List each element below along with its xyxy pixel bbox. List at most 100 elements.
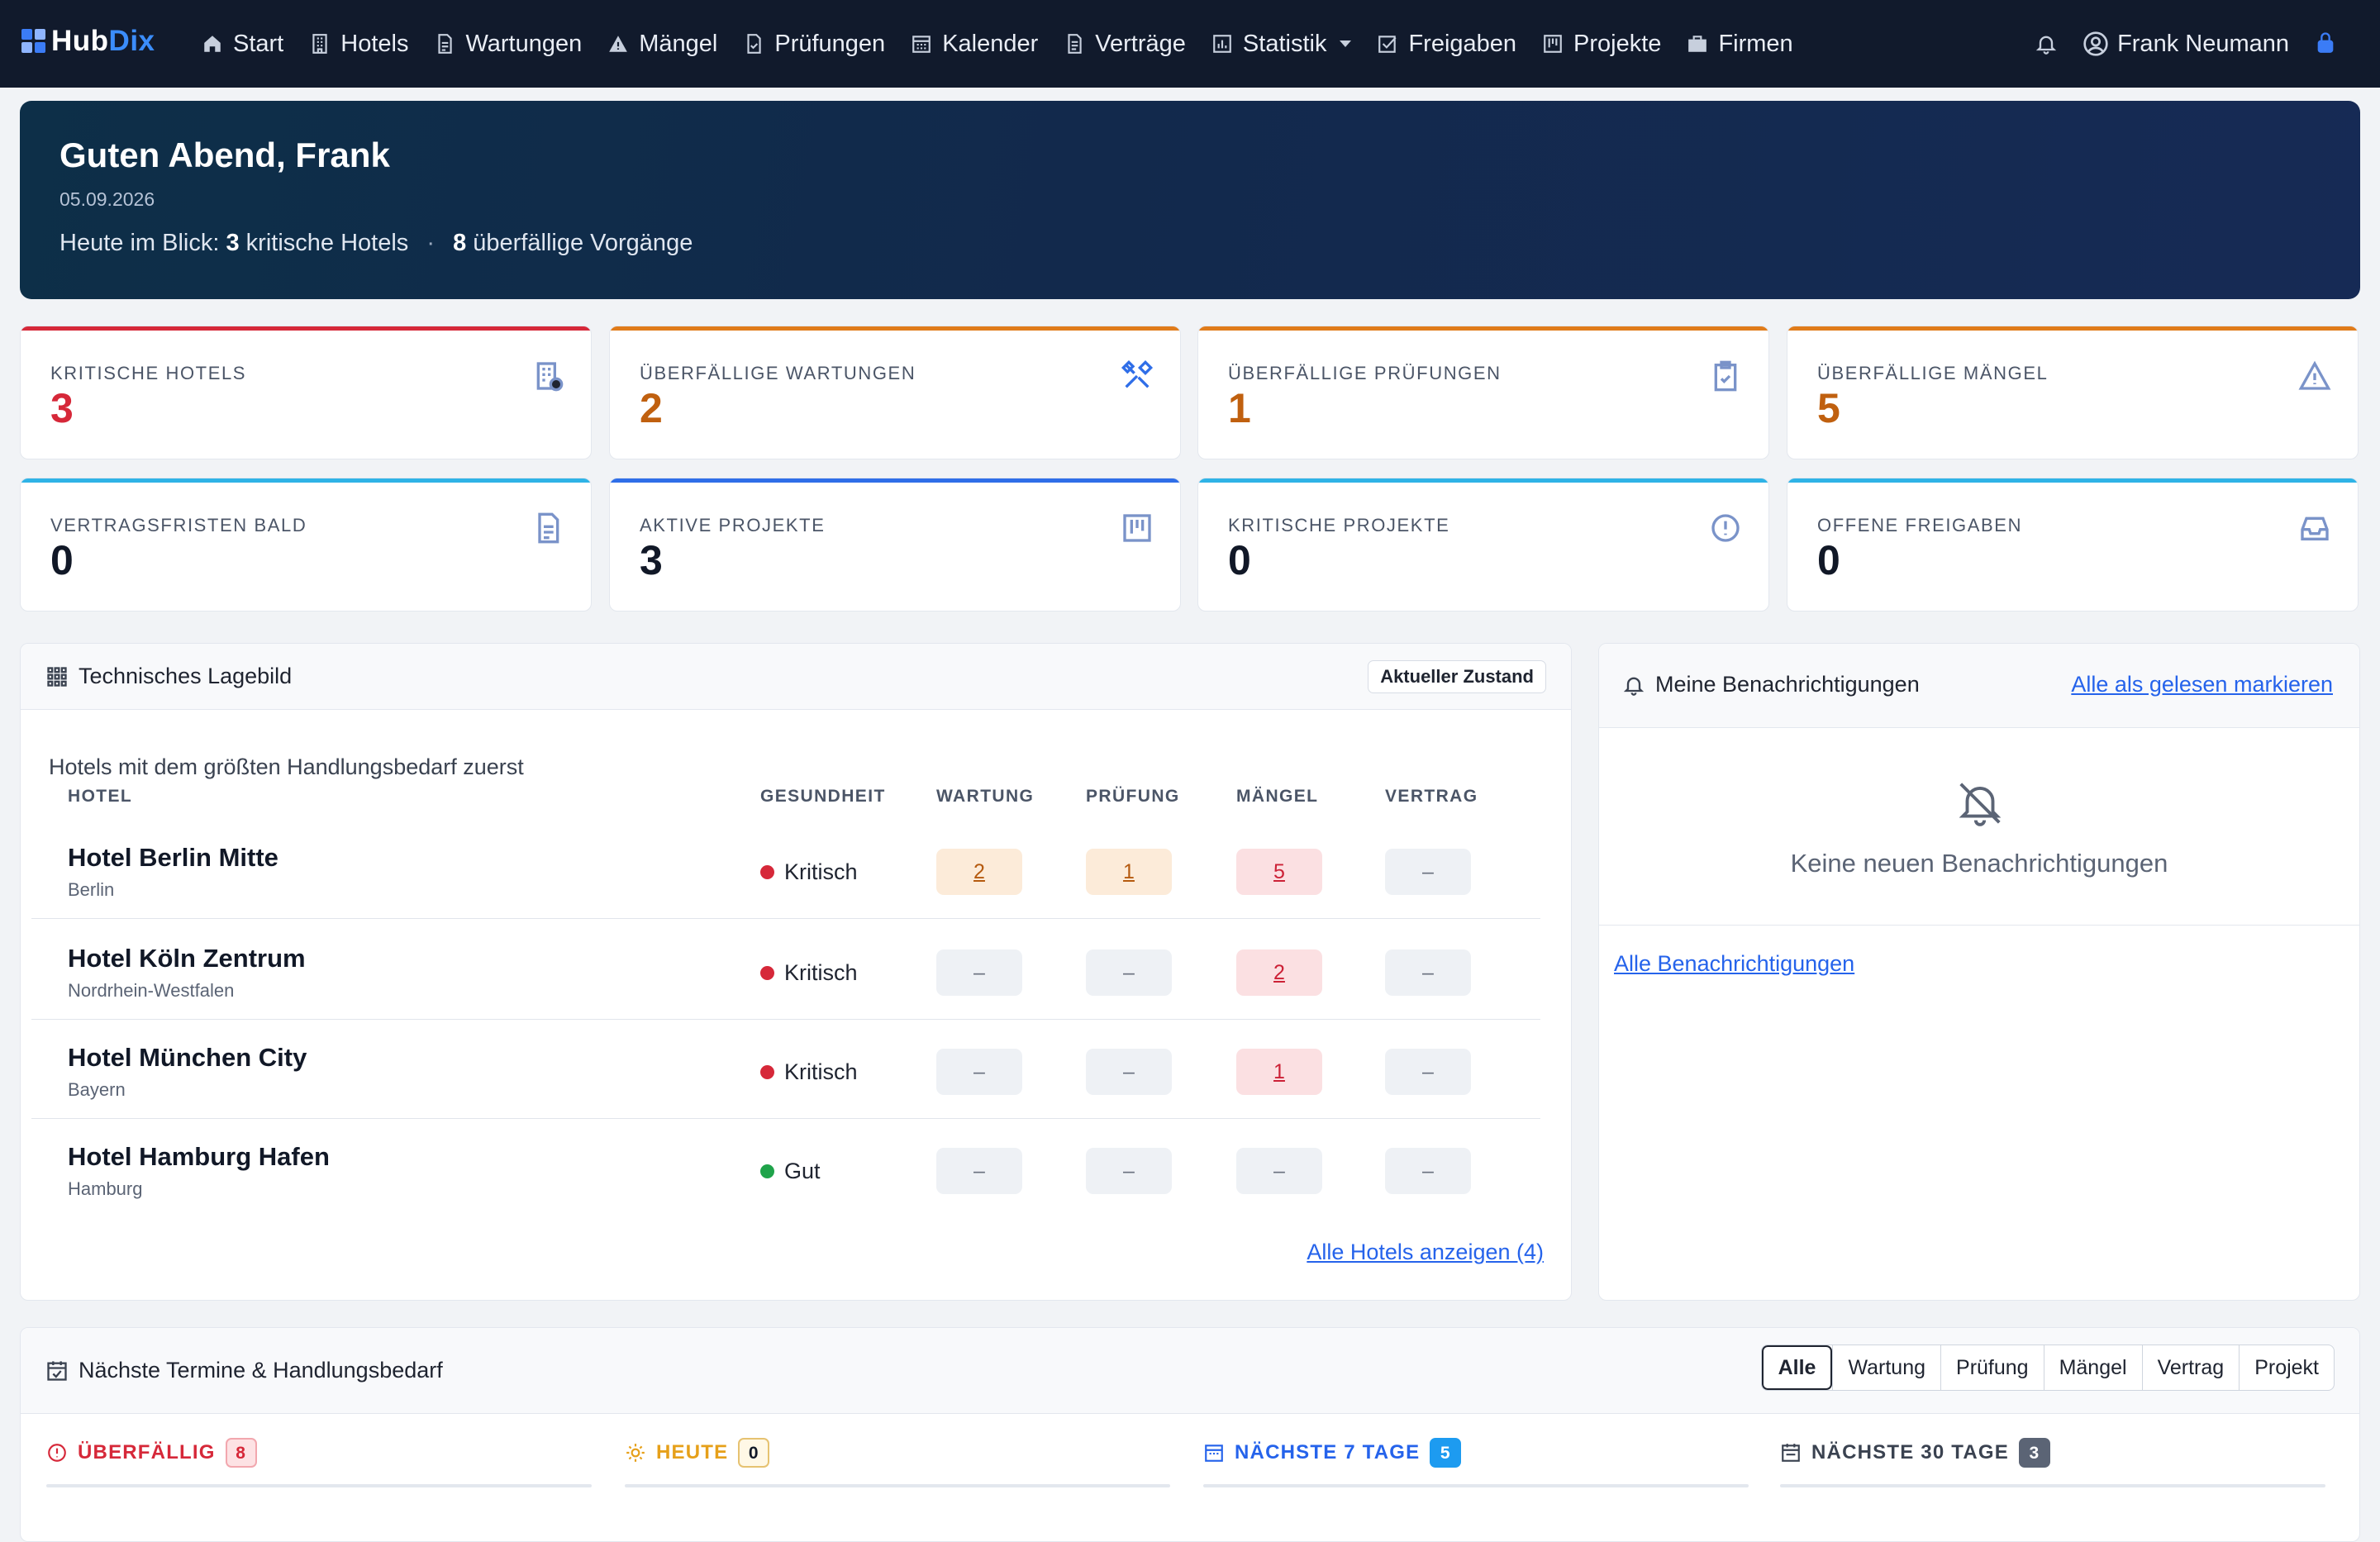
- termine-header: Nächste Termine & Handlungsbedarf Alle Wa…: [21, 1328, 2359, 1414]
- status-cell: –: [1385, 1148, 1471, 1194]
- current-date: 05.09.2026: [60, 188, 155, 210]
- kpi-card[interactable]: Überfällige Prüfungen 1: [1197, 326, 1769, 459]
- nav-kalender[interactable]: Kalender: [911, 31, 1038, 58]
- nav-wartungen[interactable]: Wartungen: [434, 31, 582, 58]
- bell-off-icon: [1959, 783, 2002, 826]
- kanban-icon: [1544, 35, 1562, 53]
- status-cell: –: [1385, 949, 1471, 996]
- document-icon: [438, 34, 453, 54]
- termine-title-label: Nächste Termine & Handlungsbedarf: [79, 1358, 443, 1383]
- lock-icon: [2317, 31, 2334, 53]
- health-status: Kritisch: [760, 960, 858, 986]
- kpi-card[interactable]: Aktive Projekte 3: [609, 478, 1181, 612]
- empty-notifications-text: Keine neuen Benachrichtigungen: [1790, 849, 2168, 878]
- calendar-check-icon: [47, 1360, 67, 1381]
- nav-projekte[interactable]: Projekte: [1542, 31, 1661, 58]
- brand-suffix: Dix: [108, 25, 155, 57]
- nav-hotels[interactable]: Hotels: [309, 31, 408, 58]
- termine-column-divider: [1203, 1484, 1749, 1487]
- alert-circle-icon: [1709, 512, 1742, 545]
- critical-hotels-count: 3: [226, 230, 240, 256]
- summary-separator: ·: [426, 230, 436, 256]
- notifications-title: Meine Benachrichtigungen: [1622, 672, 1920, 697]
- warning-icon: [2298, 359, 2331, 393]
- nav-pruefungen[interactable]: Prüfungen: [743, 31, 885, 58]
- mark-all-read-link[interactable]: Alle als gelesen markieren: [2071, 672, 2333, 697]
- nav-freigaben[interactable]: Freigaben: [1377, 31, 1516, 58]
- health-label: Kritisch: [784, 859, 858, 884]
- filter-button[interactable]: Projekt: [2239, 1345, 2334, 1390]
- lagebild-header: Technisches Lagebild Aktueller Zustand: [21, 644, 1571, 710]
- hotel-name[interactable]: Hotel Berlin Mitte: [68, 843, 278, 873]
- kpi-card[interactable]: Vertragsfristen bald 0: [20, 478, 592, 612]
- user-menu[interactable]: Frank Neumann: [2082, 31, 2289, 58]
- termine-column-label: Nächste 7 Tage: [1235, 1441, 1421, 1463]
- termine-column-label: Überfällig: [78, 1441, 216, 1463]
- health-label: Gut: [784, 1159, 821, 1183]
- status-cell[interactable]: 1: [1236, 1049, 1322, 1095]
- count-badge: 0: [738, 1438, 770, 1468]
- kpi-card[interactable]: Kritische Projekte 0: [1197, 478, 1769, 612]
- calendar-icon: [1205, 1444, 1223, 1462]
- filter-button[interactable]: Vertrag: [2141, 1345, 2240, 1390]
- nav-right: Frank Neumann: [2035, 0, 2337, 88]
- status-cell[interactable]: 2: [936, 849, 1022, 895]
- kpi-value: 3: [50, 385, 74, 431]
- nav-vertraege[interactable]: Verträge: [1064, 31, 1186, 58]
- nav-pruefungen-label: Prüfungen: [774, 30, 886, 57]
- overdue-text: überfällige Vorgänge: [473, 230, 693, 256]
- kpi-label: Überfällige Mängel: [1817, 363, 2049, 383]
- all-hotels-link[interactable]: Alle Hotels anzeigen (4): [1307, 1240, 1544, 1265]
- nav-firmen[interactable]: Firmen: [1687, 31, 1793, 58]
- lock-button[interactable]: [2314, 31, 2337, 58]
- brand-logo[interactable]: HubDix: [21, 25, 155, 58]
- kpi-card[interactable]: Überfällige Wartungen 2: [609, 326, 1181, 459]
- termine-column-label: Nächste 30 Tage: [1811, 1441, 2009, 1463]
- kpi-card[interactable]: Überfällige Mängel 5: [1787, 326, 2359, 459]
- kpi-label: Kritische Hotels: [50, 363, 247, 383]
- status-dot-icon: [760, 865, 774, 879]
- user-name: Frank Neumann: [2117, 30, 2289, 57]
- health-status: Kritisch: [760, 1059, 858, 1085]
- nav-maengel[interactable]: Mängel: [607, 31, 717, 58]
- alert-circle-icon: [48, 1444, 66, 1462]
- termine-column-divider: [1780, 1484, 2325, 1487]
- filter-button[interactable]: Wartung: [1832, 1345, 1940, 1390]
- kpi-label: Vertragsfristen bald: [50, 515, 307, 535]
- filter-button[interactable]: Prüfung: [1940, 1345, 2044, 1390]
- status-cell[interactable]: 2: [1236, 949, 1322, 996]
- kanban-icon: [1121, 512, 1154, 545]
- count-badge: 3: [2018, 1438, 2050, 1468]
- all-notifications-link[interactable]: Alle Benachrichtigungen: [1614, 951, 1854, 977]
- notifications-panel: Meine Benachrichtigungen Alle als gelese…: [1598, 643, 2360, 1301]
- health-status: Kritisch: [760, 859, 858, 885]
- nav-statistik-label: Statistik: [1242, 30, 1327, 57]
- col-pruefung: Prüfung: [1086, 787, 1180, 806]
- status-cell[interactable]: 1: [1086, 849, 1172, 895]
- nav-start[interactable]: Start: [202, 31, 283, 58]
- col-vertrag: Vertrag: [1385, 787, 1478, 806]
- hotel-region: Nordrhein-Westfalen: [68, 980, 235, 1001]
- filter-button[interactable]: Alle: [1761, 1345, 1833, 1390]
- summary-prefix: Heute im Blick:: [60, 230, 220, 256]
- bell-icon[interactable]: [2035, 32, 2058, 55]
- chevron-down-icon: [1340, 40, 1352, 47]
- sun-icon: [626, 1444, 645, 1462]
- status-cell: –: [936, 1049, 1022, 1095]
- kpi-value: 1: [1228, 385, 1251, 431]
- hotel-name[interactable]: Hotel München City: [68, 1043, 307, 1073]
- kpi-card[interactable]: Offene Freigaben 0: [1787, 478, 2359, 612]
- hotel-name[interactable]: Hotel Hamburg Hafen: [68, 1142, 330, 1172]
- calendar-month-icon: [1782, 1444, 1800, 1462]
- user-circle-icon: [2083, 31, 2108, 56]
- kpi-card[interactable]: Kritische Hotels 3: [20, 326, 592, 459]
- termine-column-header: Nächste 30 Tage 3: [1780, 1438, 2050, 1468]
- status-cell[interactable]: 5: [1236, 849, 1322, 895]
- health-status: Gut: [760, 1159, 821, 1184]
- hotel-name[interactable]: Hotel Köln Zentrum: [68, 944, 306, 973]
- clipboard-check-icon: [1709, 359, 1742, 393]
- filter-button[interactable]: Mängel: [2043, 1345, 2142, 1390]
- hotel-region: Bayern: [68, 1079, 126, 1100]
- nav-statistik[interactable]: Statistik: [1211, 31, 1352, 58]
- nav-vertraege-label: Verträge: [1095, 30, 1186, 57]
